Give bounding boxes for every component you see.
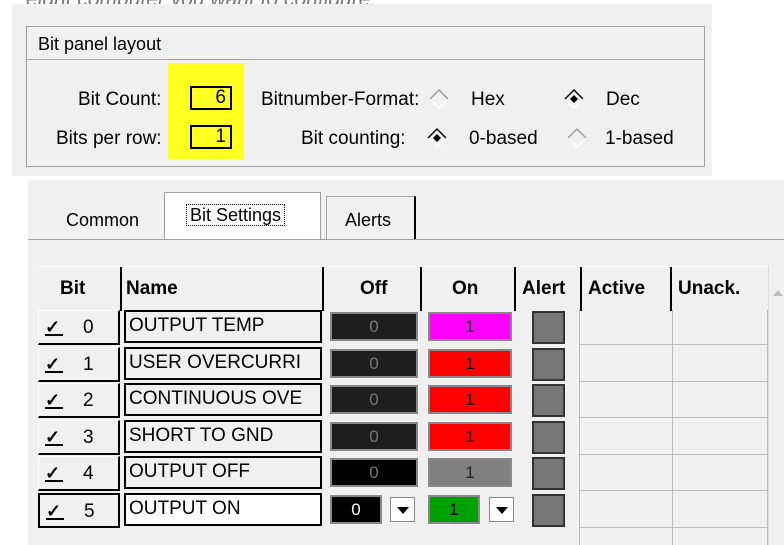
bits-per-row-label: Bits per row: [56, 128, 162, 149]
column-header-active[interactable]: Active [582, 267, 672, 311]
checkmark-icon[interactable]: ✓ [45, 355, 63, 373]
chevron-down-icon[interactable] [390, 497, 415, 522]
grid-divider [580, 527, 768, 528]
bit-count-input[interactable]: 6 [190, 86, 232, 110]
bit-count-label: Bit Count: [78, 89, 162, 110]
counting-0-option[interactable]: 0-based [469, 128, 538, 150]
bit-cell: ✓ 4 [38, 456, 120, 491]
off-color-cell[interactable]: 0 [330, 458, 418, 487]
bit-name-field[interactable]: USER OVERCURRI [124, 347, 322, 380]
alert-indicator[interactable] [532, 421, 565, 454]
off-color-cell[interactable]: 0 [330, 495, 382, 524]
off-color-cell[interactable]: 0 [330, 349, 418, 378]
diamond-radio-icon[interactable] [427, 87, 451, 111]
bit-cell: ✓ 0 [38, 310, 120, 345]
bit-number: 1 [83, 354, 94, 375]
grid-divider [580, 490, 768, 491]
tab-bit-settings-label: Bit Settings [186, 204, 286, 226]
bit-name-field[interactable]: SHORT TO GND [124, 420, 322, 453]
checkmark-icon[interactable]: ✓ [46, 502, 64, 520]
on-color-cell[interactable]: 1 [428, 312, 512, 341]
bit-number: 0 [83, 317, 94, 338]
alert-indicator[interactable] [532, 311, 565, 344]
on-color-cell[interactable]: 1 [428, 349, 512, 378]
checkmark-icon[interactable]: ✓ [45, 318, 63, 336]
table-row[interactable]: ✓ 3 SHORT TO GND 0 1 [38, 420, 768, 455]
on-color-cell[interactable]: 1 [428, 422, 512, 451]
diamond-radio-icon[interactable] [565, 126, 589, 150]
alert-indicator[interactable] [532, 494, 565, 527]
grid-divider [580, 381, 768, 382]
diamond-radio-icon[interactable] [562, 87, 586, 111]
counting-label: Bit counting: [301, 128, 406, 149]
table-row[interactable]: ✓ 5 OUTPUT ON 0 1 [38, 493, 768, 528]
on-color-cell[interactable]: 1 [428, 495, 480, 524]
off-color-cell[interactable]: 0 [330, 422, 418, 451]
chevron-down-icon[interactable] [489, 497, 514, 522]
bit-cell: ✓ 3 [38, 420, 120, 455]
bit-name-field[interactable]: OUTPUT OFF [124, 456, 322, 489]
on-color-cell[interactable]: 1 [428, 458, 512, 487]
grid-divider [580, 344, 768, 345]
bit-name-field[interactable]: CONTINUOUS OVE [124, 383, 322, 416]
counting-1-option[interactable]: 1-based [605, 128, 674, 150]
format-hex-option[interactable]: Hex [471, 89, 505, 111]
checkmark-icon[interactable]: ✓ [45, 391, 63, 409]
vertical-scrollbar[interactable] [768, 266, 784, 545]
alert-indicator[interactable] [532, 348, 565, 381]
format-dec-option[interactable]: Dec [606, 89, 640, 111]
bit-cell: ✓ 1 [38, 347, 120, 382]
format-label: Bitnumber-Format: [261, 89, 420, 110]
alert-indicator[interactable] [532, 457, 565, 490]
grid-divider [580, 454, 768, 455]
diamond-radio-icon[interactable] [425, 126, 449, 150]
bits-per-row-input[interactable]: 1 [190, 125, 232, 149]
checkmark-icon[interactable]: ✓ [45, 428, 63, 446]
column-header-alert[interactable]: Alert [516, 267, 582, 311]
on-color-cell[interactable]: 1 [428, 385, 512, 414]
table-row[interactable]: ✓ 1 USER OVERCURRI 0 1 [38, 347, 768, 382]
alert-indicator[interactable] [532, 384, 565, 417]
bit-name-field[interactable]: OUTPUT TEMP [124, 310, 322, 343]
tab-common[interactable]: Common [66, 210, 139, 231]
column-header-off[interactable]: Off [324, 267, 422, 311]
off-color-cell[interactable]: 0 [330, 385, 418, 414]
tab-bit-settings[interactable]: Bit Settings [186, 204, 286, 226]
bit-number: 4 [83, 463, 94, 484]
off-color-cell[interactable]: 0 [330, 312, 418, 341]
bit-number: 3 [83, 427, 94, 448]
tab-alerts[interactable]: Alerts [345, 210, 391, 231]
group-title: Bit panel layout [38, 34, 162, 54]
column-header-name[interactable]: Name [122, 267, 324, 311]
bit-name-field[interactable]: OUTPUT ON [124, 493, 322, 526]
checkmark-icon[interactable]: ✓ [45, 464, 63, 482]
scroll-up-icon[interactable] [773, 290, 783, 296]
column-header-bit[interactable]: Bit [38, 267, 122, 311]
grid-header: Bit Name Off On Alert Active Unack. [38, 266, 768, 311]
table-row[interactable]: ✓ 4 OUTPUT OFF 0 1 [38, 456, 768, 491]
bit-number: 5 [84, 501, 95, 522]
bit-cell: ✓ 2 [38, 383, 120, 418]
bit-number: 2 [83, 390, 94, 411]
column-header-unack[interactable]: Unack. [672, 267, 768, 311]
table-row[interactable]: ✓ 2 CONTINUOUS OVE 0 1 [38, 383, 768, 418]
table-row[interactable]: ✓ 0 OUTPUT TEMP 0 1 [38, 310, 768, 345]
grid-divider [580, 417, 768, 418]
column-header-on[interactable]: On [422, 267, 516, 311]
bit-cell: ✓ 5 [38, 493, 120, 528]
tab-divider [28, 239, 784, 240]
